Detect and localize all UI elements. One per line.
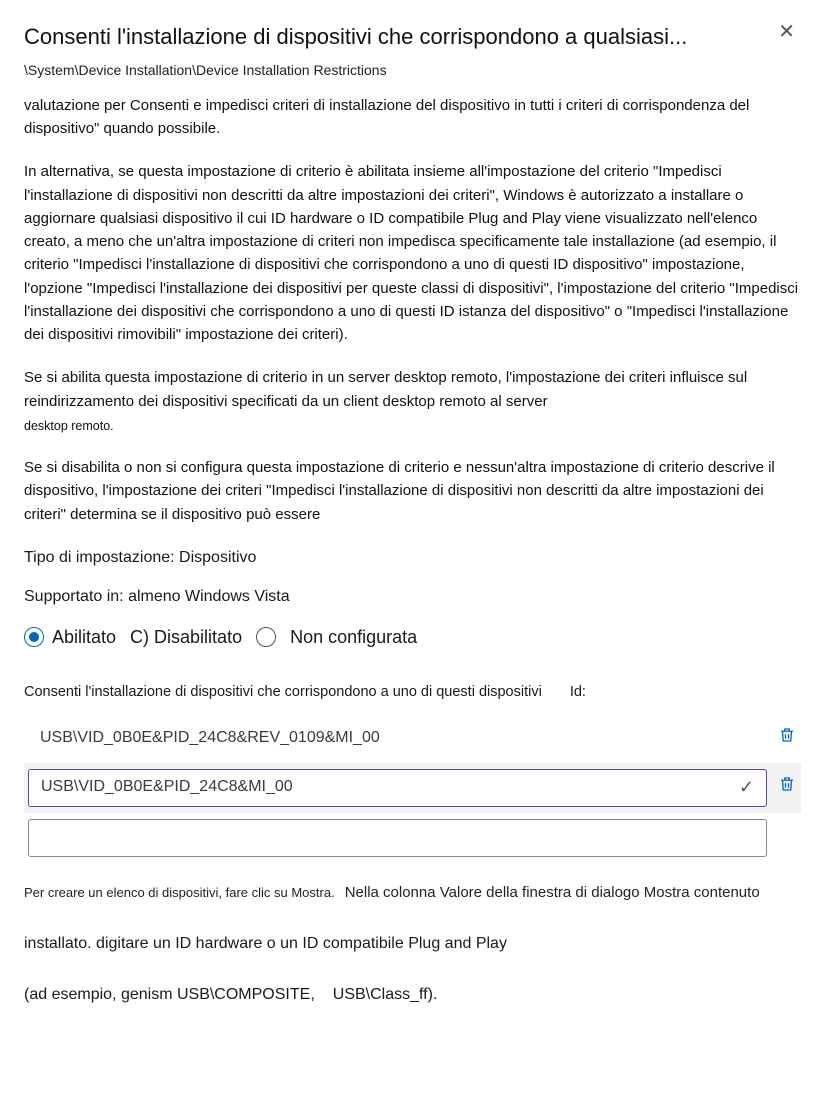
radio-enabled[interactable] <box>24 627 44 647</box>
state-radio-group: Abilitato C) Disabilitato Non configurat… <box>24 624 801 652</box>
device-list-label: Consenti l'installazione di dispositivi … <box>24 681 801 703</box>
device-id-value[interactable]: USB\VID_0B0E&PID_24C8&REV_0109&MI_00 <box>28 720 767 757</box>
table-row <box>24 813 801 863</box>
setting-type: Tipo di impostazione: Dispositivo <box>24 546 801 571</box>
table-row: USB\VID_0B0E&PID_24C8&MI_00 ✓ <box>24 763 801 813</box>
device-id-list: USB\VID_0B0E&PID_24C8&REV_0109&MI_00 USB… <box>24 714 801 863</box>
table-row: USB\VID_0B0E&PID_24C8&REV_0109&MI_00 <box>24 714 801 763</box>
footnote: installato. digitare un ID hardware o un… <box>24 932 801 957</box>
radio-disabled-label: C) Disabilitato <box>130 624 242 652</box>
delete-icon[interactable] <box>777 725 797 752</box>
device-id-input[interactable]: USB\VID_0B0E&PID_24C8&MI_00 ✓ <box>28 769 767 807</box>
close-icon[interactable]: ✕ <box>772 20 801 44</box>
desc-paragraph: Se si abilita questa impostazione di cri… <box>24 366 801 413</box>
footnote: (ad esempio, genism USB\COMPOSITE,USB\Cl… <box>24 983 801 1008</box>
desc-paragraph: Se si disabilita o non si configura ques… <box>24 456 801 526</box>
breadcrumb: \System\Device Installation\Device Insta… <box>24 60 801 82</box>
desc-paragraph: valutazione per Consenti e impedisci cri… <box>24 94 801 141</box>
supported-on: Supportato in: almeno Windows Vista <box>24 585 801 610</box>
delete-icon[interactable] <box>777 774 797 801</box>
page-title: Consenti l'installazione di dispositivi … <box>24 20 772 54</box>
checkmark-icon[interactable]: ✓ <box>739 774 754 802</box>
radio-enabled-label: Abilitato <box>52 624 116 652</box>
desc-paragraph: In alternativa, se questa impostazione d… <box>24 160 801 346</box>
desc-paragraph: desktop remoto. <box>24 417 801 436</box>
policy-description: valutazione per Consenti e impedisci cri… <box>24 94 801 526</box>
radio-disabled[interactable] <box>256 627 276 647</box>
radio-notconfigured-label: Non configurata <box>290 624 417 652</box>
footnote: Per creare un elenco di dispositivi, far… <box>24 881 801 904</box>
device-id-input[interactable] <box>28 819 767 857</box>
